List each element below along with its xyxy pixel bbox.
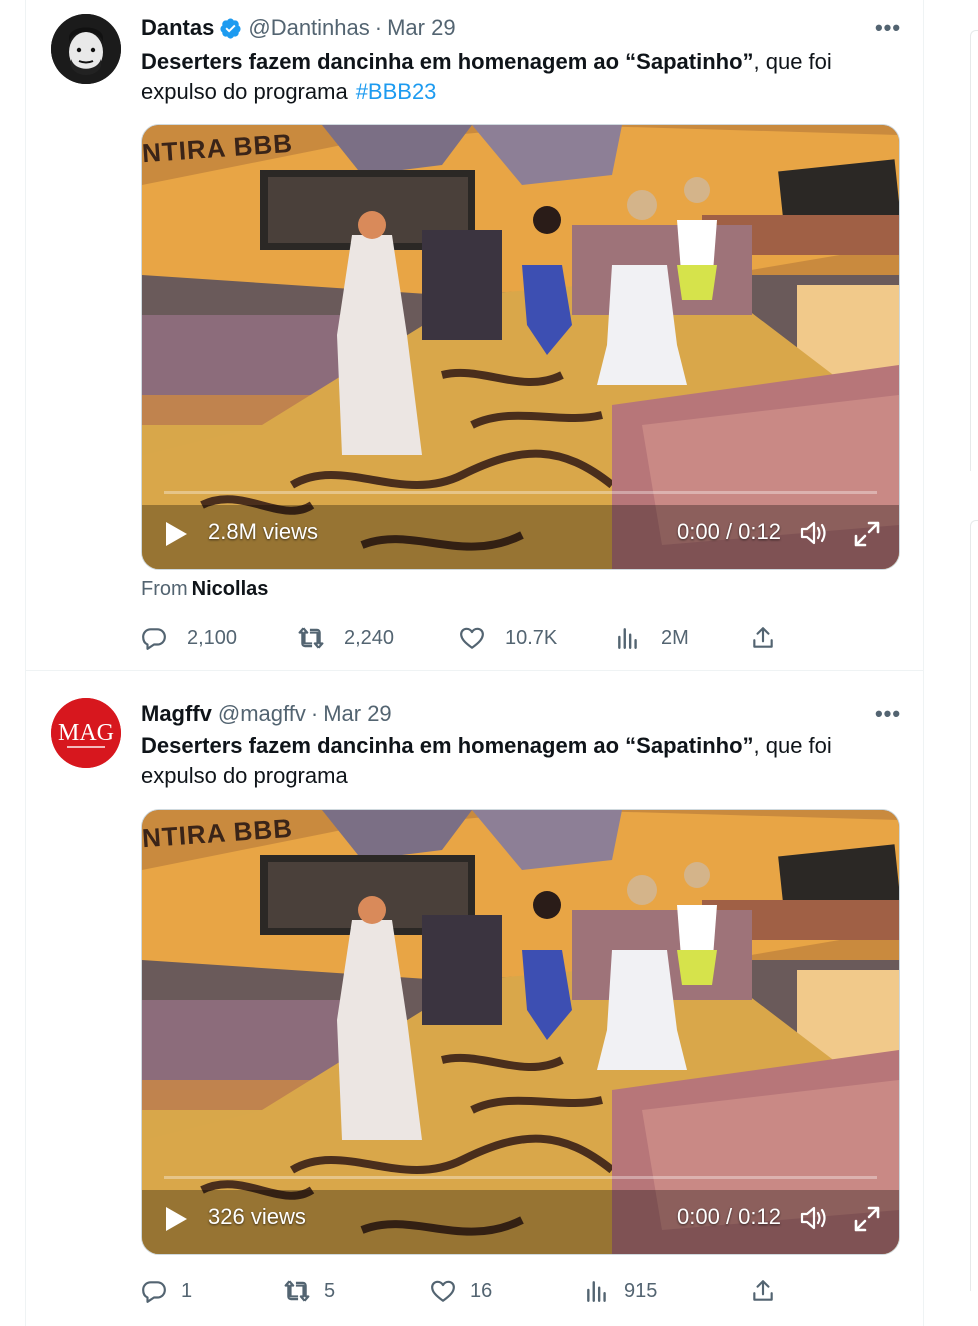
video-player[interactable]: NTIRA BBB 326 views 0:00 / 0:12: [141, 809, 900, 1255]
repost-button[interactable]: 5: [284, 1276, 335, 1306]
fullscreen-icon[interactable]: [853, 1205, 881, 1233]
avatar[interactable]: [51, 14, 121, 84]
video-controls: 326 views 0:00 / 0:12: [142, 1184, 899, 1254]
more-icon[interactable]: •••: [873, 14, 903, 42]
hashtag-link[interactable]: #BBB23: [356, 79, 437, 104]
sidebar-edge: [970, 30, 978, 471]
share-icon: [753, 1280, 773, 1301]
avatar-text: MAG: [58, 720, 114, 746]
tweet-header: Dantas @Dantinhas · Mar 29 •••: [141, 14, 903, 42]
sidebar-edge: [970, 520, 978, 1291]
video-progress-bar[interactable]: [164, 491, 877, 494]
video-views: 2.8M views: [208, 519, 319, 544]
author-handle[interactable]: @Dantinhas: [248, 15, 369, 41]
from-name[interactable]: Nicollas: [192, 578, 269, 600]
separator: ·: [310, 701, 319, 726]
like-count: 10.7K: [505, 626, 558, 649]
repost-button[interactable]: 2,240: [298, 623, 394, 653]
share-button[interactable]: [750, 623, 776, 653]
video-time: 0:00 / 0:12: [677, 519, 781, 544]
repost-count: 2,240: [344, 626, 395, 649]
analytics-button[interactable]: 2M: [615, 623, 689, 653]
author-name[interactable]: Magffv: [141, 701, 212, 727]
reply-icon: [142, 1281, 166, 1303]
analytics-icon: [587, 1281, 606, 1302]
view-count: 2M: [661, 626, 689, 649]
tweet-header: Magffv @magffv · Mar 29 •••: [141, 700, 903, 728]
volume-icon[interactable]: [799, 1204, 829, 1232]
view-count: 915: [624, 1279, 658, 1302]
tweet-text-bold: Deserters fazem dancinha em homenagem ao…: [141, 49, 754, 74]
tweet[interactable]: MAG Magffv @magffv · Mar 29 ••• Deserter…: [26, 671, 923, 1326]
reply-count: 1: [181, 1279, 193, 1302]
video-time: 0:00 / 0:12: [677, 1204, 781, 1229]
volume-icon[interactable]: [799, 519, 829, 547]
more-icon[interactable]: •••: [873, 700, 903, 728]
fullscreen-icon[interactable]: [853, 520, 881, 548]
separator: ·: [374, 15, 383, 40]
like-button[interactable]: 16: [430, 1276, 492, 1306]
video-progress-bar[interactable]: [164, 1176, 877, 1179]
repost-icon: [284, 1280, 310, 1302]
reply-button[interactable]: 2,100: [141, 623, 237, 653]
tweet-date[interactable]: Mar 29: [323, 701, 391, 727]
video-player[interactable]: NTIRA BBB 2.8M views 0:00 / 0:12: [141, 124, 900, 570]
reply-icon: [142, 628, 166, 650]
repost-count: 5: [324, 1279, 336, 1302]
tweet-text: Deserters fazem dancinha em homenagem ao…: [141, 47, 881, 107]
author-name[interactable]: Dantas: [141, 15, 214, 41]
avatar[interactable]: MAG: [51, 698, 121, 768]
tweet-actions: 2,100 2,240 10.7K 2M: [141, 623, 781, 653]
video-views: 326 views: [208, 1204, 306, 1229]
video-attribution: From Nicollas: [141, 578, 268, 601]
from-label: From: [141, 578, 188, 600]
like-icon: [460, 627, 484, 649]
analytics-button[interactable]: 915: [584, 1276, 657, 1306]
tweet-text-bold: Deserters fazem dancinha em homenagem ao…: [141, 733, 754, 758]
reply-button[interactable]: 1: [141, 1276, 192, 1306]
share-button[interactable]: [750, 1276, 776, 1306]
tweet-text: Deserters fazem dancinha em homenagem ao…: [141, 731, 881, 791]
reply-count: 2,100: [187, 626, 238, 649]
analytics-icon: [618, 628, 637, 649]
play-icon[interactable]: [164, 521, 188, 547]
play-icon[interactable]: [164, 1206, 188, 1232]
tweet-date[interactable]: Mar 29: [387, 15, 455, 41]
tweet-actions: 1 5 16 915: [141, 1276, 781, 1306]
like-button[interactable]: 10.7K: [459, 623, 557, 653]
timeline: Dantas @Dantinhas · Mar 29 ••• Deserters…: [25, 0, 924, 1326]
author-handle[interactable]: @magffv: [218, 701, 306, 727]
like-count: 16: [470, 1279, 493, 1302]
like-icon: [431, 1280, 455, 1302]
repost-icon: [298, 627, 324, 649]
video-controls: 2.8M views 0:00 / 0:12: [142, 499, 899, 569]
verified-badge-icon: [220, 17, 241, 39]
share-icon: [753, 627, 773, 648]
tweet[interactable]: Dantas @Dantinhas · Mar 29 ••• Deserters…: [26, 0, 923, 671]
